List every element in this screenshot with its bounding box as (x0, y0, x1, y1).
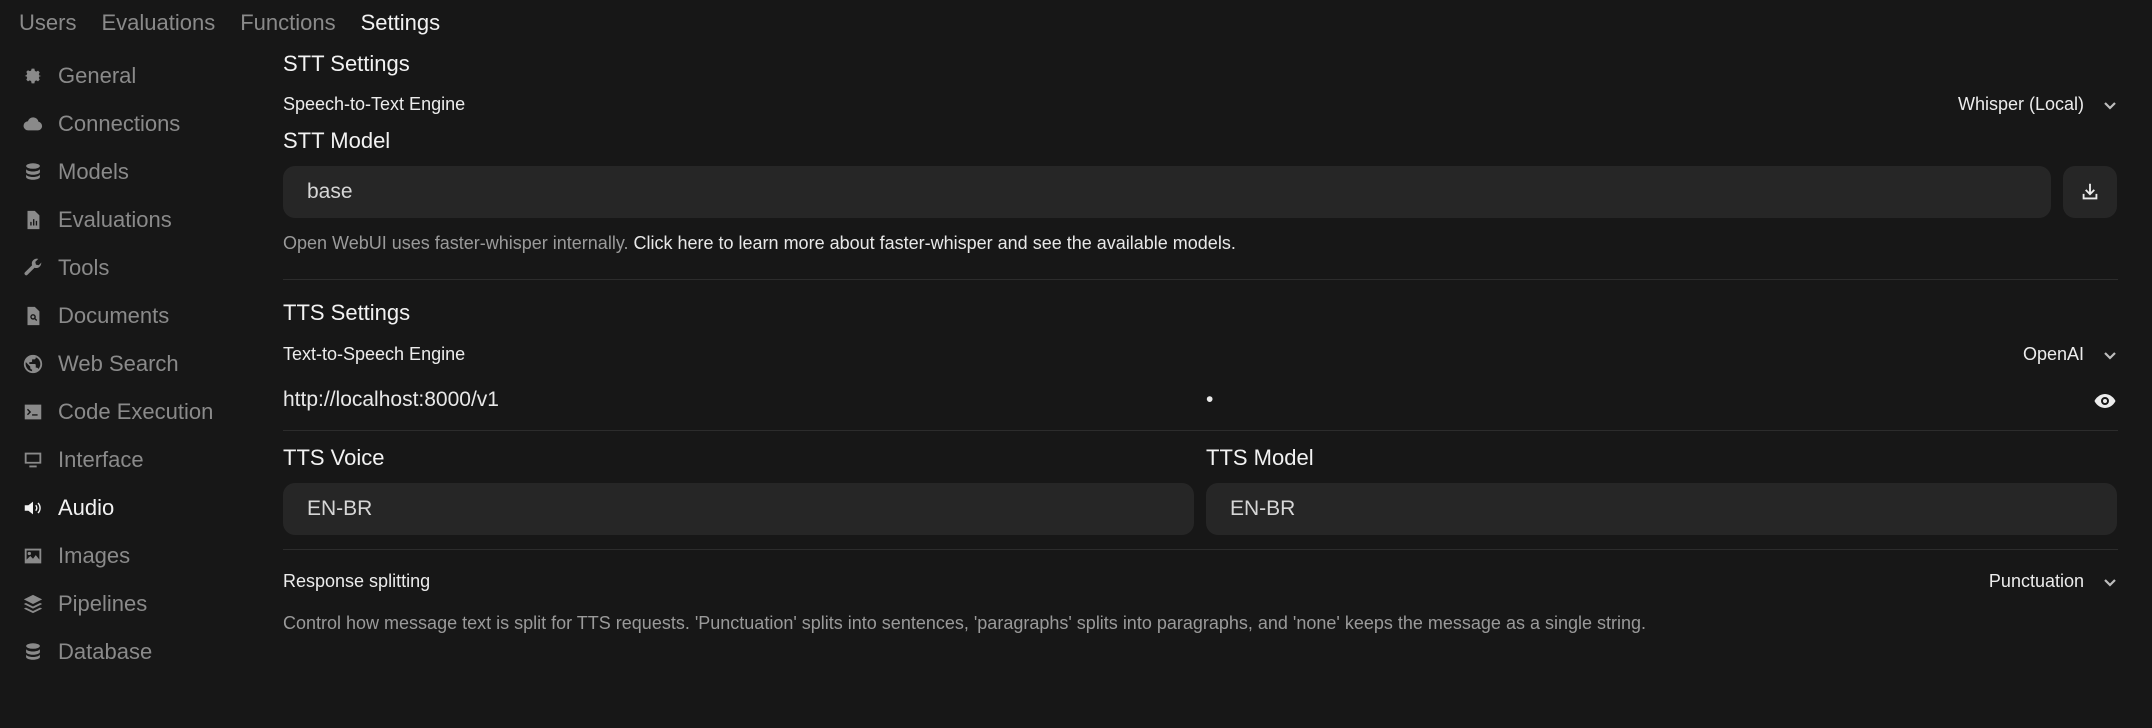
download-icon (2082, 183, 2098, 200)
top-nav: Users Evaluations Functions Settings (19, 10, 440, 36)
tts-engine-value: OpenAI (2022, 344, 2084, 364)
database-icon (22, 161, 44, 183)
show-api-key-button[interactable] (2093, 389, 2117, 418)
section-divider (283, 279, 2118, 280)
sidebar-item-label: Pipelines (58, 591, 148, 616)
tts-voice-label: TTS Voice (283, 445, 385, 470)
stt-model-input[interactable]: base (283, 166, 2051, 218)
response-splitting-label: Response splitting (283, 571, 431, 591)
chevron-down-icon (2104, 578, 2116, 587)
sidebar-item-documents[interactable]: Documents (22, 292, 252, 340)
sidebar-item-interface[interactable]: Interface (22, 436, 252, 484)
sidebar-item-label: General (58, 63, 137, 88)
globe-icon (22, 353, 44, 375)
cloud-icon (22, 113, 44, 135)
sidebar-item-database[interactable]: Database (22, 628, 252, 676)
sidebar-item-label: Interface (58, 447, 144, 472)
sidebar-item-pipelines[interactable]: Pipelines (22, 580, 252, 628)
tts-engine-label: Text-to-Speech Engine (283, 344, 466, 364)
layers-icon (22, 593, 44, 615)
sidebar-item-web-search[interactable]: Web Search (22, 340, 252, 388)
response-splitting-select[interactable]: Punctuation (1989, 571, 2118, 592)
sidebar-item-code-execution[interactable]: Code Execution (22, 388, 252, 436)
database-icon (22, 641, 44, 663)
chevron-down-icon (2104, 351, 2116, 360)
sidebar-item-label: Code Execution (58, 399, 214, 424)
tab-evaluations[interactable]: Evaluations (101, 10, 215, 36)
tab-settings[interactable]: Settings (361, 10, 441, 36)
stt-model-label: STT Model (283, 128, 391, 153)
chevron-down-icon (2104, 101, 2116, 110)
sidebar-item-tools[interactable]: Tools (22, 244, 252, 292)
stt-engine-value: Whisper (Local) (1957, 94, 2084, 114)
sidebar-item-label: Connections (58, 111, 181, 136)
stt-help-prefix: Open WebUI uses faster-whisper internall… (283, 233, 629, 253)
sidebar-item-evaluations[interactable]: Evaluations (22, 196, 252, 244)
image-icon (22, 545, 44, 567)
section-divider (283, 430, 2118, 431)
sidebar-item-label: Audio (58, 495, 115, 520)
response-splitting-value: Punctuation (1988, 571, 2084, 591)
sidebar-item-label: Documents (58, 303, 170, 328)
sidebar-item-label: Database (58, 639, 153, 664)
terminal-icon (22, 401, 44, 423)
sidebar-item-label: Models (58, 159, 129, 184)
tts-voice-input[interactable]: EN-BR (283, 483, 1194, 535)
tab-functions[interactable]: Functions (240, 10, 335, 36)
eye-icon (2094, 394, 2116, 408)
document-search-icon (22, 305, 44, 327)
tts-engine-select[interactable]: OpenAI (2023, 344, 2118, 365)
sidebar-item-audio[interactable]: Audio (22, 484, 252, 532)
stt-engine-label: Speech-to-Text Engine (283, 94, 466, 114)
sidebar-item-label: Web Search (58, 351, 179, 376)
stt-settings-heading: STT Settings (283, 51, 410, 76)
tts-model-input[interactable]: EN-BR (1206, 483, 2117, 535)
sidebar-item-images[interactable]: Images (22, 532, 252, 580)
sidebar-item-models[interactable]: Models (22, 148, 252, 196)
sidebar-item-general[interactable]: General (22, 52, 252, 100)
sidebar-item-connections[interactable]: Connections (22, 100, 252, 148)
response-splitting-help: Control how message text is split for TT… (283, 613, 1647, 633)
download-model-button[interactable] (2063, 166, 2117, 218)
sidebar-item-label: Images (58, 543, 131, 568)
tts-api-key-input[interactable]: • (1206, 388, 1213, 412)
document-chart-icon (22, 209, 44, 231)
wrench-icon (22, 257, 44, 279)
stt-engine-select[interactable]: Whisper (Local) (1958, 94, 2118, 115)
section-divider (283, 549, 2118, 550)
tab-users[interactable]: Users (19, 10, 76, 36)
faster-whisper-link[interactable]: Click here to learn more about faster-wh… (634, 233, 1236, 253)
stt-help-text: Open WebUI uses faster-whisper internall… (283, 233, 1236, 254)
tts-model-label: TTS Model (1206, 445, 1314, 470)
tts-settings-heading: TTS Settings (283, 300, 411, 325)
settings-sidebar: General Connections Models Evaluations T… (22, 52, 252, 676)
gear-icon (22, 65, 44, 87)
speaker-icon (22, 497, 44, 519)
monitor-icon (22, 449, 44, 471)
sidebar-item-label: Tools (58, 255, 110, 280)
sidebar-item-label: Evaluations (58, 207, 172, 232)
tts-api-base-url-input[interactable]: http://localhost:8000/v1 (283, 388, 499, 412)
